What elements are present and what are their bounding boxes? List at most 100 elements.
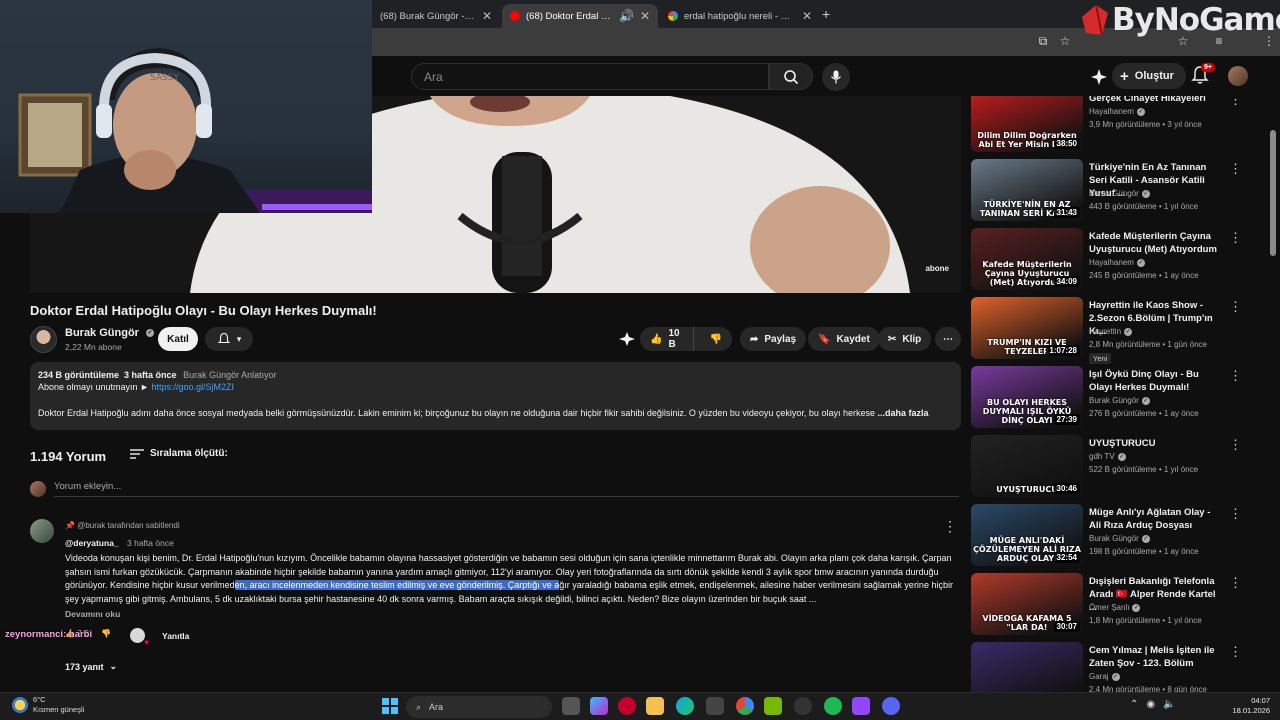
comment-dislike-button[interactable]: 👎: [101, 629, 111, 638]
create-button[interactable]: + Oluştur: [1112, 63, 1186, 89]
video-thumbnail[interactable]: CEM YILMAZ ZATEN: [971, 642, 1083, 692]
network-icon[interactable]: ◉: [1146, 699, 1155, 710]
recommended-video[interactable]: CEM YILMAZ ZATENCem Yılmaz | Melis İşite…: [971, 642, 1271, 692]
opera-icon[interactable]: [618, 697, 636, 715]
video-thumbnail[interactable]: TRUMP'IN KIZI VE TEYZELER 1:07:28: [971, 297, 1083, 359]
recommended-channel-name[interactable]: Burak Güngör ✓: [1089, 534, 1150, 543]
join-button[interactable]: Katıl: [158, 327, 198, 351]
recommended-video-title[interactable]: Cem Yılmaz | Melis İşiten ile Zaten Şov …: [1089, 644, 1223, 670]
file-explorer-icon[interactable]: [646, 697, 664, 715]
recommended-video[interactable]: VİDEOGA KAFAMA 5 "LAR DA! 30:07 Dışişleri …: [971, 573, 1271, 637]
system-clock[interactable]: 04:07 18.01.2026: [1226, 696, 1270, 716]
recommended-channel-name[interactable]: Garaj ✓: [1089, 672, 1120, 681]
recommended-video-title[interactable]: Kafede Müşterilerin Çayına Uyuşturucu (M…: [1089, 230, 1223, 256]
description-link[interactable]: https://goo.gl/SjM2ZI: [151, 382, 234, 392]
task-view-icon[interactable]: [562, 697, 580, 715]
more-options-icon[interactable]: ⋮: [1229, 644, 1242, 660]
recommended-channel-name[interactable]: gdh TV ✓: [1089, 452, 1126, 461]
discord-icon[interactable]: [882, 697, 900, 715]
recommended-channel-name[interactable]: Burak Güngör ✓: [1089, 396, 1150, 405]
more-options-icon[interactable]: ⋮: [1229, 161, 1242, 177]
share-button[interactable]: ➦ Paylaş: [740, 327, 807, 351]
store-icon[interactable]: [706, 697, 724, 715]
recommended-video[interactable]: UYUŞTURUCU 30:46 UYUŞTURUCU gdh TV ✓ 522 B gö…: [971, 435, 1271, 499]
view-replies-button[interactable]: 173 yanıt ⌄: [65, 661, 117, 672]
more-options-icon[interactable]: ⋮: [1229, 230, 1242, 246]
video-thumbnail[interactable]: VİDEOGA KAFAMA 5 "LAR DA! 30:07: [971, 573, 1083, 635]
chrome-icon[interactable]: [736, 697, 754, 715]
tab-doktor-erdal[interactable]: (68) Doktor Erdal Hatipoğlu 🔊 ✕: [502, 4, 658, 28]
taskbar-search[interactable]: ⌕ Ara: [406, 696, 552, 718]
sort-comments-button[interactable]: Sıralama ölçütü:: [130, 448, 228, 459]
tab-google-search[interactable]: erdal hatipoğlu nereli - Google ✕: [660, 4, 820, 28]
more-actions-button[interactable]: ⋯: [935, 327, 961, 351]
spotify-icon[interactable]: [824, 697, 842, 715]
show-more-link[interactable]: ...daha fazla: [878, 408, 929, 418]
recommended-channel-name[interactable]: Hayalhanem ✓: [1089, 258, 1145, 267]
bookmark-star-icon[interactable]: ☆: [1058, 34, 1072, 48]
video-thumbnail[interactable]: TÜRKİYE'NİN EN AZ TANINAN SERİ KATİLİ 31:…: [971, 159, 1083, 221]
page-scrollbar[interactable]: [1270, 130, 1276, 256]
more-options-icon[interactable]: ⋮: [1229, 575, 1242, 591]
sparkle-icon[interactable]: [1090, 68, 1108, 86]
comment-menu-icon[interactable]: ⋮: [943, 518, 957, 535]
edge-icon[interactable]: [676, 697, 694, 715]
twitch-icon[interactable]: [852, 697, 870, 715]
recommended-video[interactable]: TRUMP'IN KIZI VE TEYZELER 1:07:28 Hayretti…: [971, 297, 1271, 364]
clip-button[interactable]: ✂ Klip: [878, 327, 932, 351]
more-options-icon[interactable]: ⋮: [1229, 506, 1242, 522]
search-input[interactable]: [412, 64, 768, 90]
speaker-icon[interactable]: 🔊: [619, 9, 634, 23]
volume-icon[interactable]: 🔈: [1163, 699, 1175, 710]
recommended-video[interactable]: TÜRKİYE'NİN EN AZ TANINAN SERİ KATİLİ 31:…: [971, 159, 1271, 223]
comment-avatar[interactable]: [30, 519, 54, 543]
add-comment-input[interactable]: Yorum ekleyin...: [54, 481, 959, 497]
dislike-button[interactable]: 👎: [700, 334, 732, 345]
user-avatar[interactable]: [1228, 66, 1248, 86]
chevron-up-icon[interactable]: ⌃: [1130, 699, 1138, 710]
nvidia-icon[interactable]: [764, 697, 782, 715]
recommended-video[interactable]: Kafede Müşterilerin Çayına Uyuşturucu (M…: [971, 228, 1271, 292]
recommended-channel-name[interactable]: Ömer Şanlı ✓: [1089, 603, 1141, 612]
copilot-icon[interactable]: [590, 697, 608, 715]
recommended-channel-name[interactable]: Hayalhanem ✓: [1089, 107, 1145, 116]
video-thumbnail[interactable]: BU OLAYI HERKES DUYMALI IŞIL ÖYKÜ DİNÇ O…: [971, 366, 1083, 428]
video-thumbnail[interactable]: UYUŞTURUCU 30:46: [971, 435, 1083, 497]
recommended-video-title[interactable]: Müge Anlı'yı Ağlatan Olay - Ali Rıza Ard…: [1089, 506, 1223, 532]
recommended-video[interactable]: BU OLAYI HERKES DUYMALI IŞIL ÖYKÜ DİNÇ O…: [971, 366, 1271, 430]
recommended-video-title[interactable]: UYUŞTURUCU: [1089, 437, 1223, 450]
more-options-icon[interactable]: ⋮: [1229, 299, 1242, 315]
save-button[interactable]: 🔖 Kaydet: [808, 327, 880, 351]
close-tab-icon[interactable]: ✕: [802, 9, 812, 23]
search-button[interactable]: [769, 63, 813, 90]
video-thumbnail[interactable]: MÜGE ANLI'DAKİ ÇÖZÜLEMEYEN ALİ RIZA ARDU…: [971, 504, 1083, 566]
recommended-video-title[interactable]: Gerçek Cinayet Hikayeleri: [1089, 96, 1223, 105]
recommended-channel-name[interactable]: Burak Güngör ✓: [1089, 189, 1150, 198]
tab-burak-youtube[interactable]: (68) Burak Güngör - YouTube ✕: [372, 4, 500, 28]
recommended-video[interactable]: MÜGE ANLI'DAKİ ÇÖZÜLEMEYEN ALİ RIZA ARDU…: [971, 504, 1271, 568]
recommended-channel-name[interactable]: Hayrettin ✓: [1089, 327, 1133, 336]
video-thumbnail[interactable]: Dilim Dilim Doğrarken Abi Et Yer Misin D…: [971, 96, 1083, 152]
close-tab-icon[interactable]: ✕: [482, 9, 492, 23]
recommended-video[interactable]: Dilim Dilim Doğrarken Abi Et Yer Misin D…: [971, 96, 1271, 154]
ask-ai-icon[interactable]: [619, 332, 635, 346]
more-options-icon[interactable]: ⋮: [1229, 437, 1242, 453]
subscription-bell-button[interactable]: ▾: [205, 327, 253, 351]
recommended-video-title[interactable]: Işıl Öykü Dinç Olayı - Bu Olayı Herkes D…: [1089, 368, 1223, 394]
voice-search-button[interactable]: [822, 63, 850, 91]
more-options-icon[interactable]: ⋮: [1229, 96, 1242, 108]
search-field[interactable]: [411, 63, 769, 90]
channel-name[interactable]: Burak Güngör ✓: [65, 327, 154, 339]
like-button[interactable]: 👍 10 B: [640, 327, 694, 351]
install-icon[interactable]: ⧉: [1036, 34, 1050, 48]
description-box[interactable]: 234 B görüntüleme 3 hafta önce Burak Gün…: [30, 362, 961, 430]
more-options-icon[interactable]: ⋮: [1229, 368, 1242, 384]
weather-widget[interactable]: 6°C Kısmen güneşli: [12, 695, 84, 715]
close-tab-icon[interactable]: ✕: [640, 9, 650, 23]
comment-author[interactable]: @deryatuna_ 3 hafta önce: [65, 538, 174, 548]
start-button[interactable]: [382, 698, 398, 714]
reply-button[interactable]: Yanıtla: [162, 631, 189, 641]
read-more-link[interactable]: Devamını oku: [65, 609, 120, 619]
channel-avatar[interactable]: [30, 326, 57, 353]
video-thumbnail[interactable]: Kafede Müşterilerin Çayına Uyuşturucu (M…: [971, 228, 1083, 290]
